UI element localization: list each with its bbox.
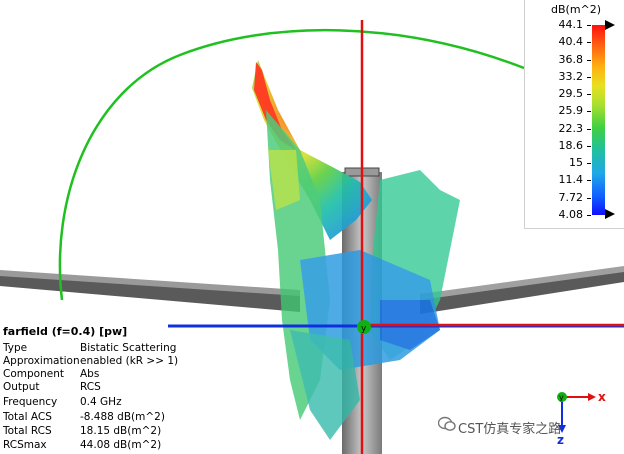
info-key: RCSmax <box>3 439 47 451</box>
info-value: enabled (kR >> 1) <box>80 355 179 367</box>
legend-unit: dB(m^2) <box>551 3 602 16</box>
info-row: Component Abs <box>3 368 163 381</box>
info-key: Total RCS <box>3 425 52 437</box>
legend-tick-mark <box>587 180 591 182</box>
info-value: RCS <box>80 381 101 393</box>
info-row: Total ACS -8.488 dB(m^2) <box>3 411 165 424</box>
legend-max-arrow-icon <box>605 20 615 30</box>
legend-tick-label: 33.2 <box>558 69 584 83</box>
legend-tick-label: 25.9 <box>558 104 584 118</box>
legend-tick-mark <box>587 25 591 26</box>
legend-tick-label: 11.4 <box>558 173 584 187</box>
origin-label: y <box>361 324 367 334</box>
legend-tick-label: 36.8 <box>558 52 584 66</box>
legend-colorbar <box>592 25 605 215</box>
legend-tick-label: 40.4 <box>558 35 584 49</box>
legend-tick-label: 15 <box>569 156 583 170</box>
info-row: Frequency 0.4 GHz <box>3 396 163 409</box>
info-row: Type Bistatic Scattering <box>3 342 176 355</box>
info-key: Approximation <box>3 355 80 367</box>
info-value: 18.15 dB(m^2) <box>80 425 162 437</box>
info-row: Approximation enabled (kR >> 1) <box>3 355 178 368</box>
legend-tick-mark <box>587 128 591 130</box>
info-title: farfield (f=0.4) [pw] <box>3 325 128 338</box>
legend-tick-mark <box>587 76 591 78</box>
info-key: Frequency <box>3 396 58 408</box>
legend-tick-label: 7.72 <box>558 190 584 204</box>
info-key: Output <box>3 381 40 393</box>
info-value: 0.4 GHz <box>80 396 122 408</box>
watermark-text: CST仿真专家之路 <box>458 422 562 437</box>
legend-tick-mark <box>587 163 591 165</box>
axis-x-label: x <box>598 390 606 404</box>
farfield-info-panel: farfield (f=0.4) [pw] Type Bistatic Scatt… <box>0 322 178 454</box>
legend-tick-label: 18.6 <box>558 138 584 152</box>
legend-min-arrow-icon <box>605 209 615 219</box>
info-value: 44.08 dB(m^2) <box>80 439 162 451</box>
info-row: Output RCS <box>3 381 163 394</box>
info-key: Total ACS <box>3 411 52 423</box>
info-value: -8.488 dB(m^2) <box>80 411 165 423</box>
wechat-icon <box>438 416 456 431</box>
legend-tick-mark <box>587 111 591 113</box>
legend-tick-mark <box>587 145 591 147</box>
legend-tick-label: 22.3 <box>558 121 584 135</box>
legend-tick-label: 29.5 <box>558 87 584 101</box>
legend-tick-mark <box>587 215 591 216</box>
legend-tick-mark <box>587 42 591 44</box>
legend-tick-label: 4.08 <box>558 208 584 221</box>
info-row: RCSmax 44.08 dB(m^2) <box>3 439 163 452</box>
info-key: Component <box>3 368 64 380</box>
legend-tick-mark <box>587 94 591 96</box>
legend-tick-mark <box>587 197 591 199</box>
legend-tick-mark <box>587 59 591 61</box>
info-key: Type <box>3 342 28 354</box>
legend-tick-label: 44.1 <box>558 18 584 31</box>
axis-y-label: y <box>559 393 564 402</box>
info-value: Bistatic Scattering <box>80 342 177 354</box>
info-row: Total RCS 18.15 dB(m^2) <box>3 425 163 438</box>
info-value: Abs <box>80 368 100 380</box>
color-legend: dB(m^2) 44.1 40.4 36.8 33.2 29.5 25.9 22.3 18.6… <box>524 0 624 229</box>
